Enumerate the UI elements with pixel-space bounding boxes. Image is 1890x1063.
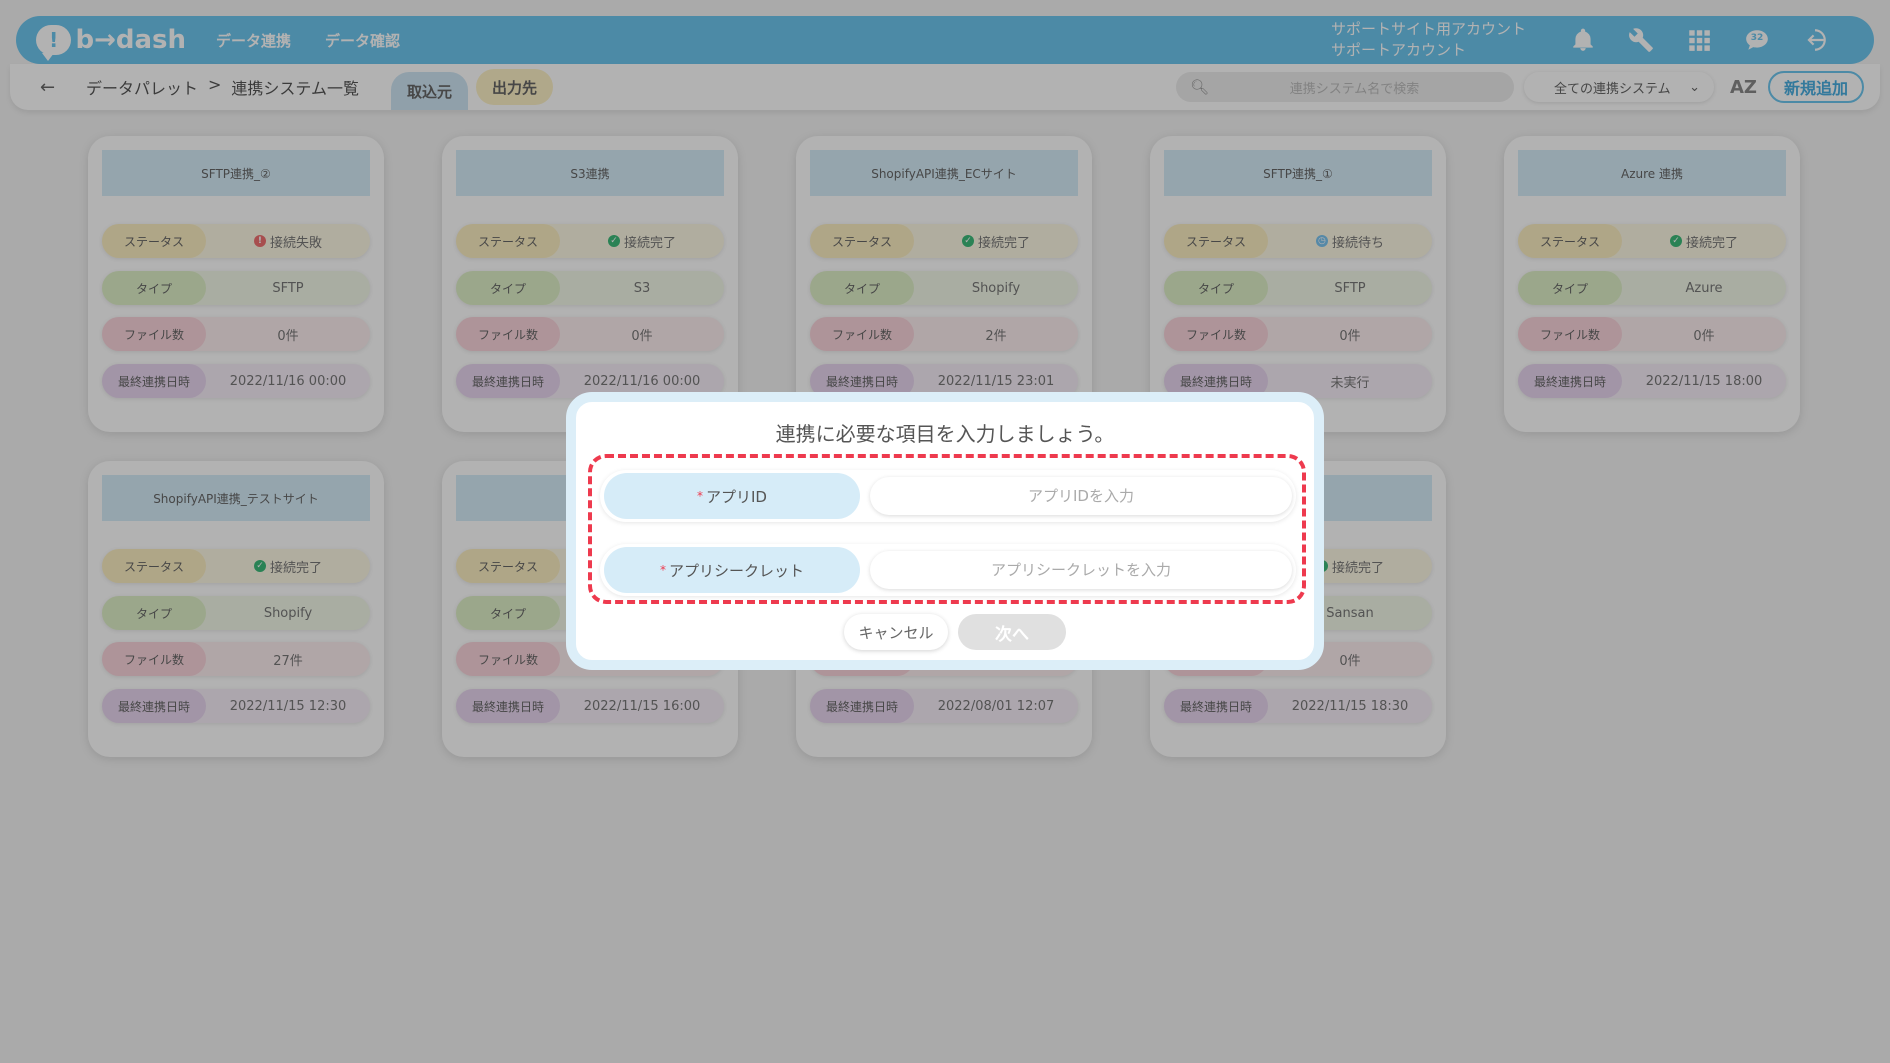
app-secret-label: * アプリシークレット [604,547,860,593]
required-mark: * [659,563,666,577]
highlight-box: * アプリID * アプリシークレット [588,454,1306,604]
app-id-row: * アプリID [600,470,1296,522]
next-button[interactable]: 次へ [958,614,1066,650]
cancel-button[interactable]: キャンセル [844,614,948,650]
credentials-modal: 連携に必要な項目を入力しましょう。 * アプリID * アプリシークレット キャ… [566,392,1324,670]
app-id-input[interactable] [870,477,1292,515]
app-secret-input[interactable] [870,551,1292,589]
app-id-label: * アプリID [604,473,860,519]
required-mark: * [697,489,703,503]
modal-title: 連携に必要な項目を入力しましょう。 [775,422,1115,446]
app-secret-row: * アプリシークレット [600,544,1296,596]
